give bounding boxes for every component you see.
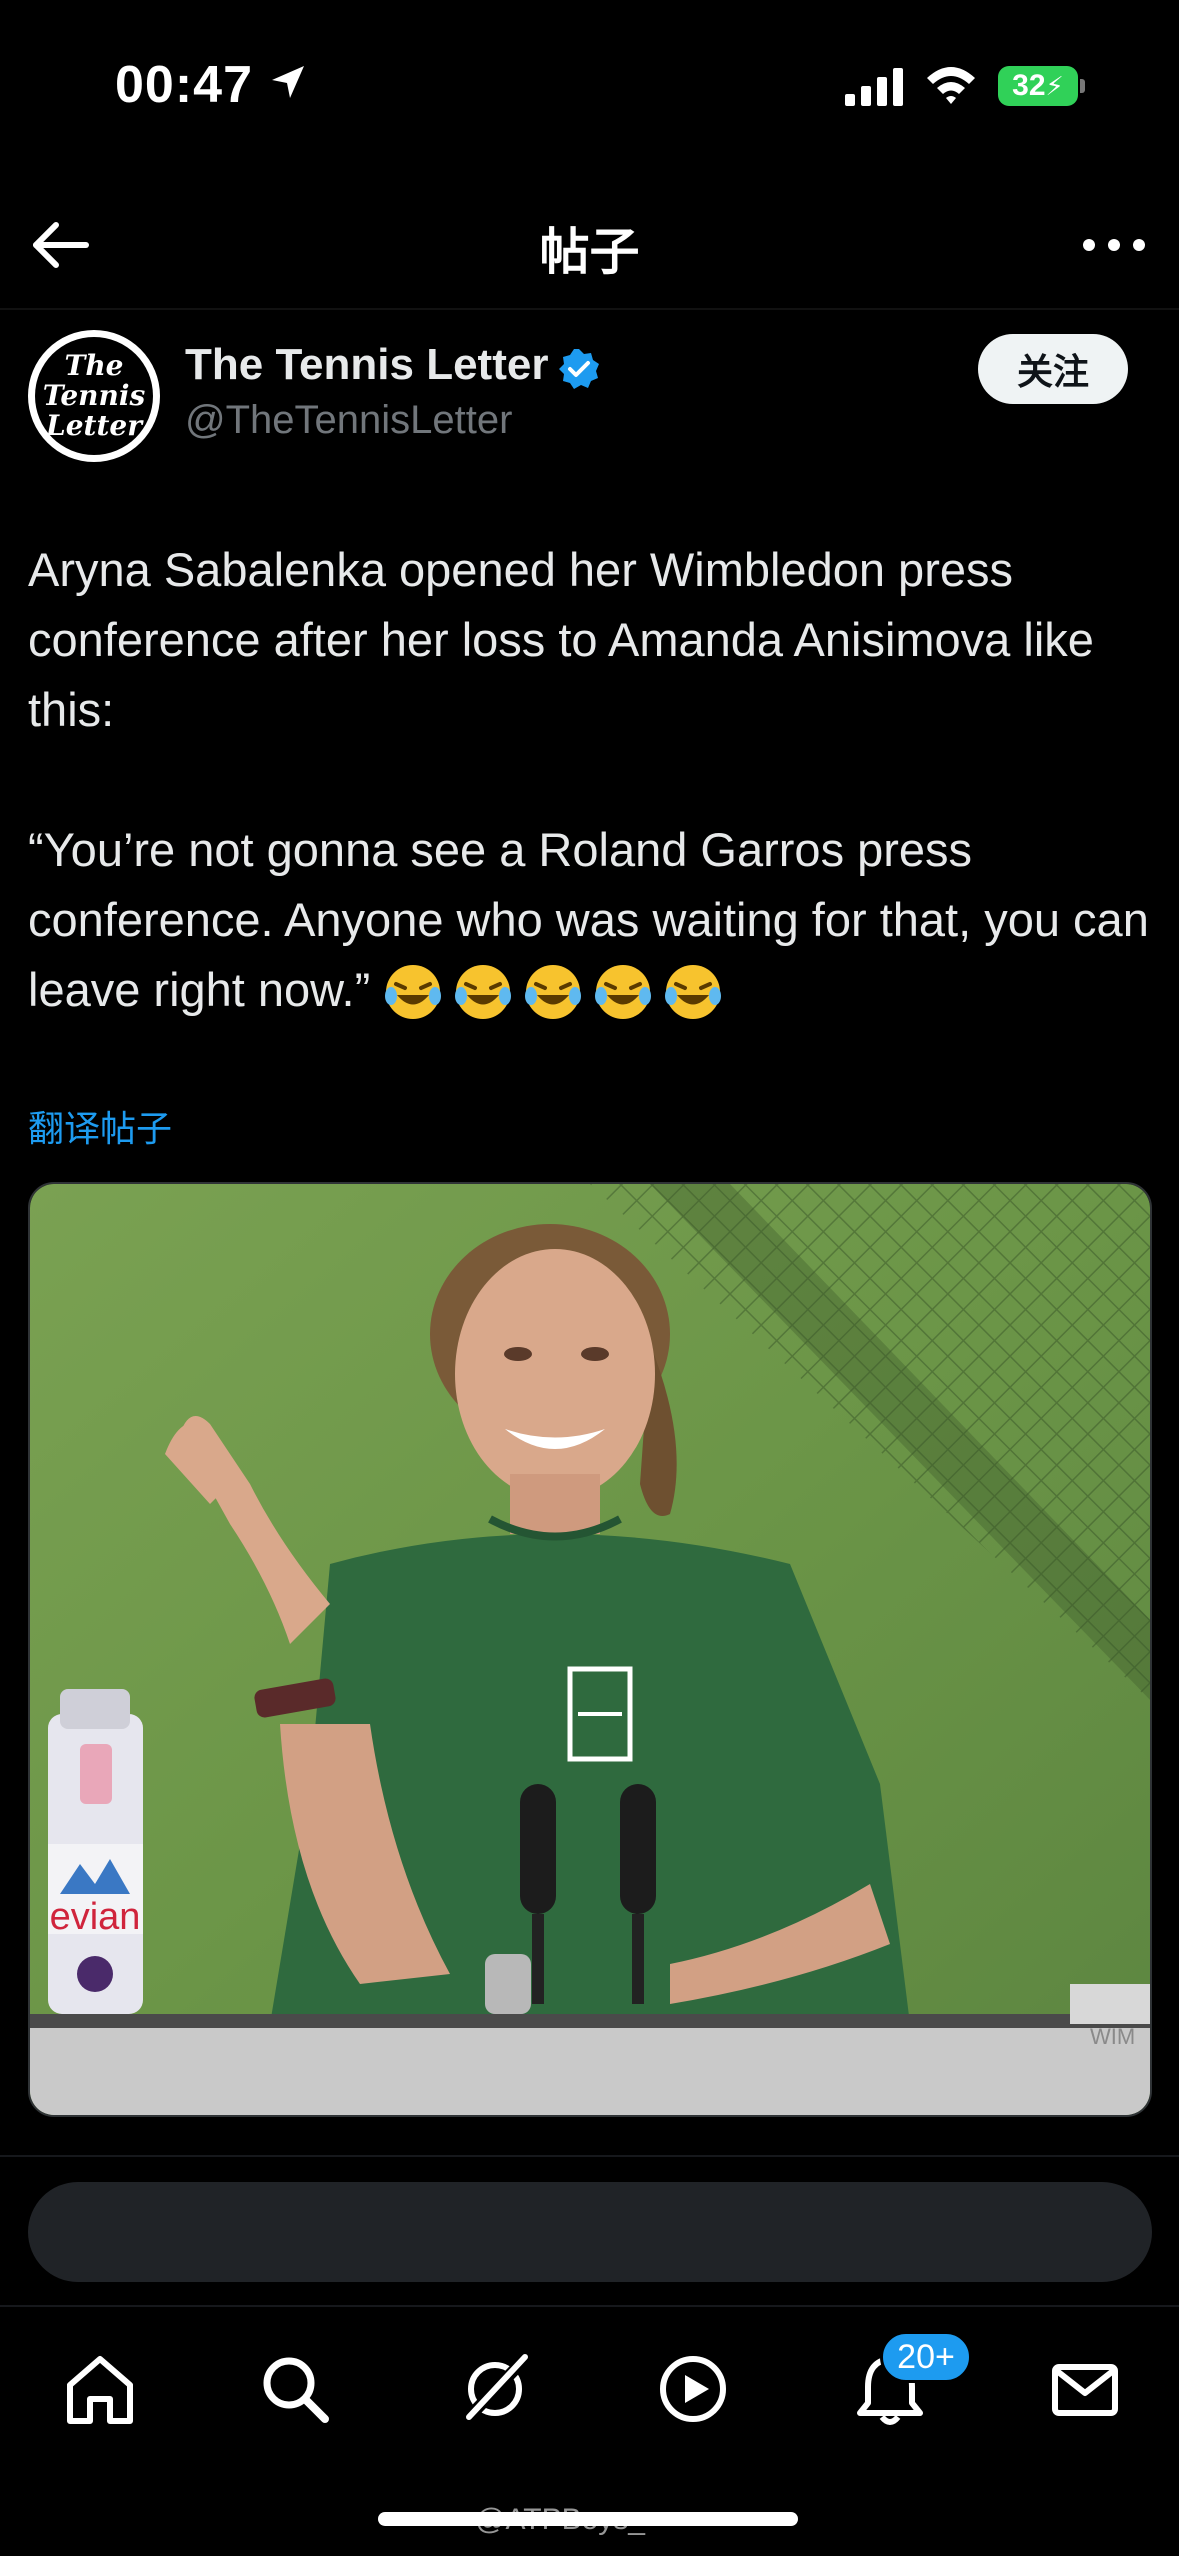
top-nav: 帖子 [0, 180, 1179, 310]
avatar-logo-text-1: The [64, 349, 124, 382]
avatar-logo-text-2: Tennis [42, 379, 146, 412]
post-text-paragraph-1: Aryna Sabalenka opened her Wimbledon pre… [28, 543, 1107, 736]
author-avatar[interactable]: The Tennis Letter [28, 330, 160, 462]
post-text: Aryna Sabalenka opened her Wimbledon pre… [28, 535, 1153, 1029]
page-title: 帖子 [539, 223, 640, 281]
charging-bolt-icon: ⚡ [1045, 70, 1064, 101]
corner-sign-text: WIM [1090, 2024, 1135, 2049]
bottle-label-text: evian [50, 1896, 141, 1938]
content-divider [0, 2155, 1179, 2157]
laughing-tears-emoji-icon [455, 964, 512, 1019]
laughing-tears-emoji-icon [665, 964, 722, 1019]
post-media-image[interactable]: evian WIM [28, 1182, 1152, 2117]
search-icon[interactable] [255, 2349, 335, 2429]
messages-mail-icon[interactable] [1045, 2349, 1125, 2429]
video-play-icon[interactable] [653, 2349, 733, 2429]
grok-icon[interactable] [455, 2349, 535, 2429]
header-divider [0, 308, 1179, 310]
more-options-icon[interactable] [1079, 220, 1149, 270]
author-handle[interactable]: @TheTennisLetter [185, 398, 512, 443]
battery-level: 32 [1012, 69, 1046, 102]
author-name[interactable]: The Tennis Letter [185, 340, 548, 390]
location-arrow-icon [272, 66, 304, 98]
emoji-group [383, 959, 733, 1029]
follow-button[interactable]: 关注 [978, 334, 1128, 404]
avatar-logo-text-3: Letter [46, 409, 142, 442]
press-conference-photo: evian WIM [30, 1184, 1150, 2115]
verified-badge-icon [559, 349, 599, 389]
cellular-signal-icon [845, 68, 903, 106]
avatar-logo: The Tennis Letter [35, 337, 153, 455]
home-indicator[interactable] [378, 2512, 798, 2526]
laughing-tears-emoji-icon [595, 964, 652, 1019]
wifi-icon [927, 67, 975, 104]
home-icon[interactable] [60, 2349, 140, 2429]
notifications-badge: 20+ [880, 2331, 972, 2383]
status-time: 00:47 [115, 56, 253, 114]
battery-cap [1080, 79, 1085, 93]
status-bar: 00:47 32 ⚡ [0, 0, 1179, 180]
laughing-tears-emoji-icon [385, 964, 442, 1019]
battery-indicator: 32 ⚡ [998, 66, 1078, 106]
laughing-tears-emoji-icon [525, 964, 582, 1019]
translate-post-link[interactable]: 翻译帖子 [28, 1100, 172, 1152]
reply-input[interactable] [28, 2182, 1152, 2282]
